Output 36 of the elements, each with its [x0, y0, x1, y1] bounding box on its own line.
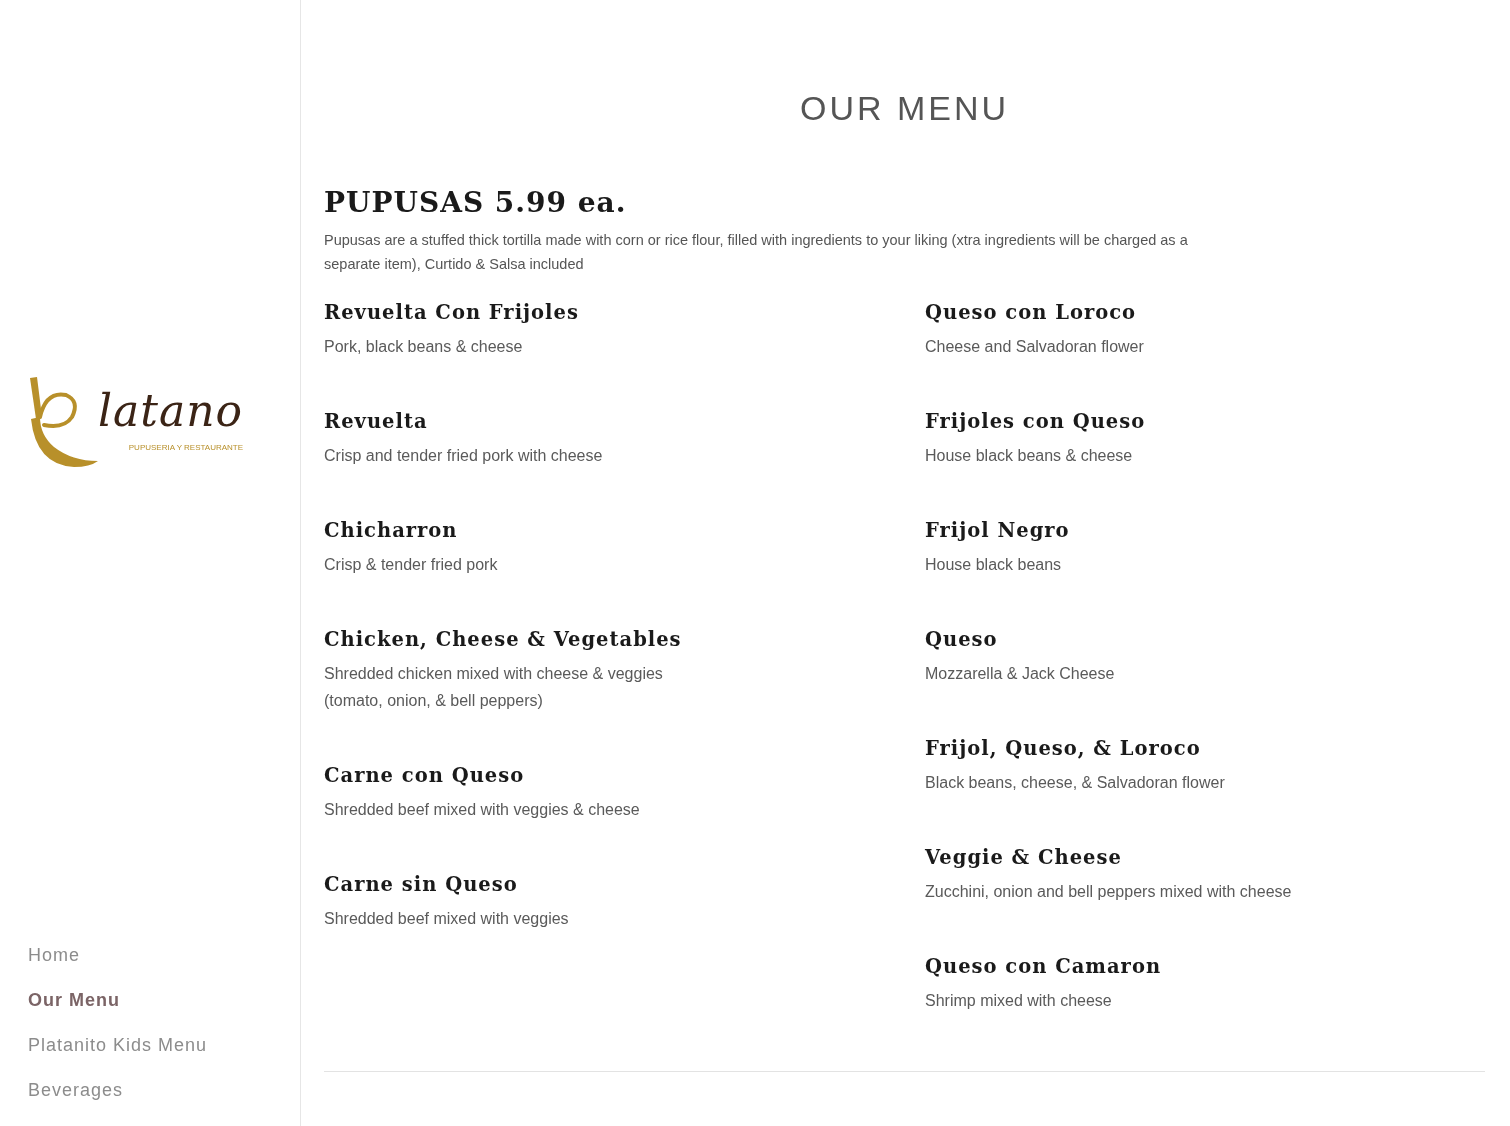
item-description: Shredded beef mixed with veggies & cheese	[324, 800, 640, 820]
nav-link[interactable]: Home	[28, 933, 80, 978]
item-description: Cheese and Salvadoran flower	[925, 337, 1144, 357]
item-name: Frijol Negro	[925, 518, 1070, 544]
item-name: Revuelta Con Frijoles	[324, 300, 579, 326]
logo-tagline: PUPUSERIA Y RESTAURANTE	[128, 443, 244, 453]
logo-wordmark: latano	[98, 384, 244, 438]
banana-logo-icon	[28, 377, 98, 468]
item-description: Shrimp mixed with cheese	[925, 991, 1112, 1011]
item-name: Carne sin Queso	[324, 872, 518, 898]
item-description: Black beans, cheese, & Salvadoran flower	[925, 773, 1225, 793]
item-name: Queso con Camaron	[925, 954, 1162, 980]
page-title: OUR MENU	[799, 88, 1010, 129]
item-name: Chicken, Cheese & Vegetables	[324, 627, 682, 653]
item-description: Shredded chicken mixed with cheese & veggies (tomato, onion, & bell peppers)	[324, 664, 663, 711]
item-description: Crisp and tender fried pork with cheese	[324, 446, 603, 466]
item-name: Veggie & Cheese	[925, 845, 1122, 871]
item-name: Frijol, Queso, & Loroco	[925, 736, 1201, 762]
item-name: Revuelta	[324, 409, 428, 435]
item-name: Queso	[925, 627, 998, 653]
item-description: House black beans & cheese	[925, 446, 1133, 466]
item-name: Queso con Loroco	[925, 300, 1137, 326]
nav-link[interactable]: Platanito Kids Menu	[28, 1023, 208, 1068]
item-description: House black beans	[925, 555, 1062, 575]
item-description: Shredded beef mixed with veggies	[324, 909, 569, 929]
nav-link[interactable]: Our Menu	[28, 978, 120, 1023]
item-name: Chicharron	[324, 518, 458, 544]
item-description: Pork, black beans & cheese	[324, 337, 523, 357]
item-description: Zucchini, onion and bell peppers mixed with cheese	[925, 882, 1292, 902]
section-description: Pupusas are a stuffed thick tortilla made with corn or rice flour, filled with ingredients to your liking (xtra ingredients will be charged as a separate item), Curtido & Salsa included	[324, 231, 1189, 274]
item-name: Carne con Queso	[324, 763, 525, 789]
item-description: Crisp & tender fried pork	[324, 555, 498, 575]
nav-link[interactable]: Beverages	[28, 1068, 124, 1113]
item-description: Mozzarella & Jack Cheese	[925, 664, 1115, 684]
item-name: Frijoles con Queso	[925, 409, 1146, 435]
section-heading: PUPUSAS 5.99 ea.	[324, 185, 627, 221]
